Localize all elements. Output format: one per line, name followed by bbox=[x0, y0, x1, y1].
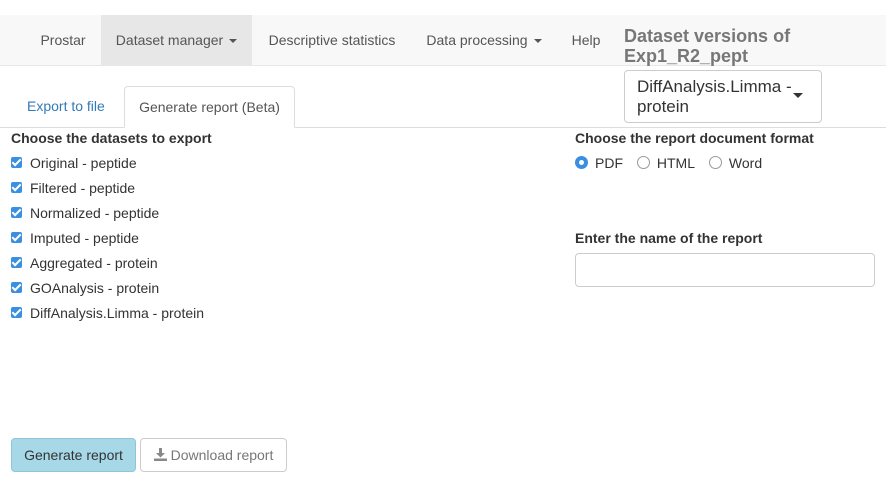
dataset-label: GOAnalysis - protein bbox=[30, 280, 160, 296]
nav-descriptive-statistics-label: Descriptive statistics bbox=[268, 32, 396, 48]
dataset-label: Aggregated - protein bbox=[30, 255, 158, 271]
tab-export-to-file[interactable]: Export to file bbox=[27, 86, 105, 127]
dataset-label: Original - peptide bbox=[30, 155, 137, 171]
nav-brand[interactable]: Prostar bbox=[28, 15, 98, 65]
chevron-down-icon bbox=[533, 39, 542, 44]
checkbox-checked-icon[interactable] bbox=[11, 156, 22, 168]
nav-dataset-manager-label: Dataset manager bbox=[115, 32, 224, 48]
nav-help[interactable]: Help bbox=[560, 15, 612, 65]
dataset-label: Normalized - peptide bbox=[30, 205, 160, 221]
chevron-down-icon bbox=[793, 93, 803, 98]
dataset-checkbox-normalized[interactable]: Normalized - peptide bbox=[11, 203, 159, 223]
dataset-version-select[interactable]: DiffAnalysis.Limma - protein bbox=[624, 70, 822, 123]
nav-data-processing[interactable]: Data processing bbox=[412, 15, 556, 65]
nav-descriptive-statistics[interactable]: Descriptive statistics bbox=[255, 15, 409, 65]
dataset-label: DiffAnalysis.Limma - protein bbox=[30, 305, 205, 321]
format-option-label: PDF bbox=[595, 155, 623, 171]
dataset-versions-title: Dataset versions of Exp1_R2_pept bbox=[624, 26, 790, 66]
format-option-pdf[interactable]: PDF bbox=[575, 153, 623, 173]
nav-help-label: Help bbox=[571, 32, 601, 48]
tab-generate-report[interactable]: Generate report (Beta) bbox=[124, 86, 295, 128]
download-report-label: Download report bbox=[170, 447, 274, 463]
dataset-label: Filtered - peptide bbox=[30, 180, 136, 196]
dataset-checkbox-diffanalysis[interactable]: DiffAnalysis.Limma - protein bbox=[11, 303, 204, 323]
nav-dataset-manager[interactable]: Dataset manager bbox=[101, 15, 252, 65]
radio-unchecked-icon[interactable] bbox=[636, 155, 650, 169]
checkbox-checked-icon[interactable] bbox=[11, 231, 22, 243]
dataset-checkbox-filtered[interactable]: Filtered - peptide bbox=[11, 178, 135, 198]
dataset-label: Imputed - peptide bbox=[30, 230, 139, 246]
format-option-word[interactable]: Word bbox=[708, 153, 763, 173]
dataset-checkbox-imputed[interactable]: Imputed - peptide bbox=[11, 228, 139, 248]
checkbox-checked-icon[interactable] bbox=[11, 206, 22, 218]
dataset-checkbox-aggregated[interactable]: Aggregated - protein bbox=[11, 253, 158, 273]
download-icon bbox=[153, 447, 167, 461]
dataset-checkbox-goanalysis[interactable]: GOAnalysis - protein bbox=[11, 278, 159, 298]
format-option-label: Word bbox=[728, 155, 763, 171]
checkbox-checked-icon[interactable] bbox=[11, 256, 22, 268]
radio-unchecked-icon[interactable] bbox=[708, 155, 722, 169]
report-name-label: Enter the name of the report bbox=[575, 230, 763, 246]
radio-checked-icon[interactable] bbox=[575, 155, 588, 169]
checkbox-checked-icon[interactable] bbox=[11, 281, 22, 293]
generate-report-button[interactable]: Generate report bbox=[11, 438, 136, 472]
dataset-checkbox-original[interactable]: Original - peptide bbox=[11, 153, 137, 173]
format-label: Choose the report document format bbox=[575, 130, 814, 146]
dataset-versions-title-line1: Dataset versions of bbox=[624, 26, 791, 46]
nav-data-processing-label: Data processing bbox=[426, 32, 528, 48]
format-option-html[interactable]: HTML bbox=[636, 153, 696, 173]
navbar: Prostar Dataset manager Descriptive stat… bbox=[0, 15, 886, 66]
checkbox-checked-icon[interactable] bbox=[11, 306, 22, 318]
dataset-version-selected-line2: protein bbox=[637, 97, 689, 116]
download-report-button[interactable]: Download report bbox=[140, 438, 287, 472]
checkbox-checked-icon[interactable] bbox=[11, 181, 22, 193]
format-radio-group: PDF HTML Word bbox=[575, 153, 772, 173]
dataset-versions-title-line2: Exp1_R2_pept bbox=[624, 46, 749, 66]
datasets-label: Choose the datasets to export bbox=[11, 130, 212, 146]
report-name-input[interactable] bbox=[575, 253, 875, 287]
format-option-label: HTML bbox=[656, 155, 696, 171]
chevron-down-icon bbox=[229, 39, 238, 44]
dataset-version-selected-line1: DiffAnalysis.Limma - bbox=[637, 77, 792, 96]
